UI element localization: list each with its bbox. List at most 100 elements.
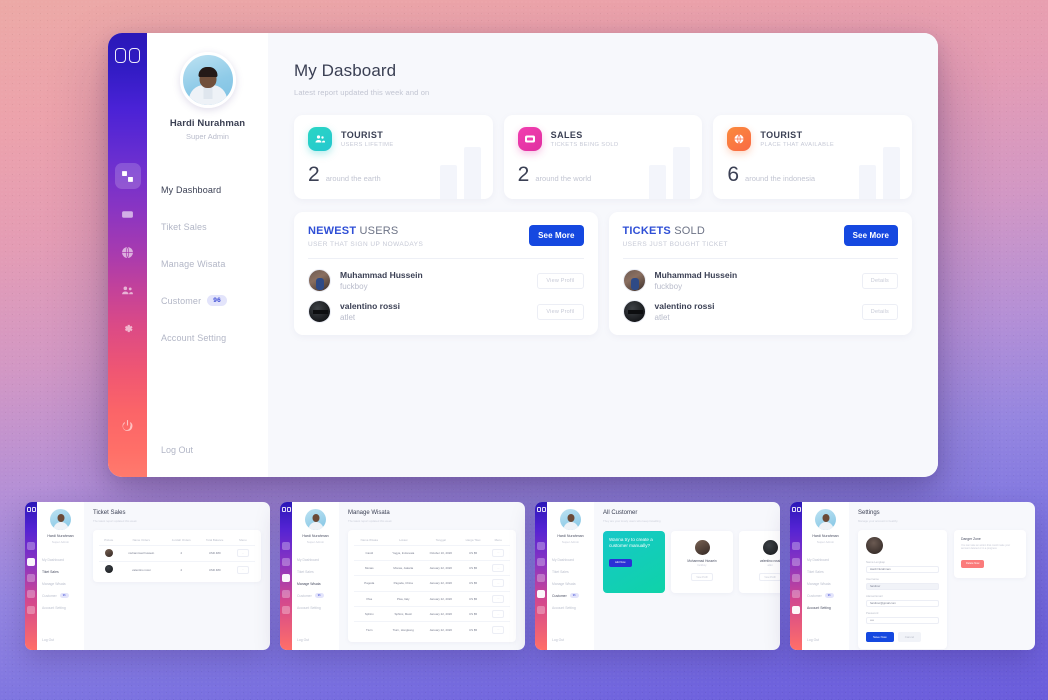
sidebar-item-account-setting[interactable]: Account Setting bbox=[161, 319, 268, 356]
sidebar-user-name: Hardi Nurahman bbox=[47, 534, 74, 538]
table-header-row: Picture Name Orders Jumlah Orders Total … bbox=[99, 535, 255, 546]
panel-title-rest: SOLD bbox=[670, 225, 705, 237]
column-header: Picture bbox=[104, 537, 114, 542]
thumbnail-manage-wisata[interactable]: Hardi Nurahman Super Admin My Dashboard … bbox=[280, 502, 525, 650]
field-label: Password bbox=[866, 610, 879, 615]
sidebar-item-manage-wisata[interactable]: Manage Wisata bbox=[161, 245, 268, 282]
sidebar-item-my-dashboard: My Dashboard bbox=[552, 557, 575, 562]
rail-icon-users bbox=[282, 590, 290, 598]
list-item[interactable]: Muhammad Hussein fuckboy View Profil bbox=[308, 265, 584, 296]
thumbnail-settings[interactable]: Hardi Nurahman Super Admin My Dashboard … bbox=[790, 502, 1035, 650]
sidebar-item-manage-wisata: Manage Wisata bbox=[552, 581, 576, 586]
list-item[interactable]: Muhammad Hussein fuckboy Details bbox=[622, 265, 898, 296]
avatar bbox=[815, 509, 836, 530]
table-row: muhammad hussein 2 USD 480 ... bbox=[99, 544, 255, 562]
delete-now-button: Delete Now bbox=[961, 559, 985, 568]
sidebar-item-log-out[interactable]: Log Out bbox=[161, 445, 193, 455]
rail-icon-ticket bbox=[537, 558, 545, 566]
danger-zone-title: Danger Zone bbox=[961, 536, 981, 541]
rail-icon-globe bbox=[792, 574, 800, 582]
row-menu-button: ··· bbox=[492, 564, 505, 573]
stat-caption: around the earth bbox=[325, 174, 381, 183]
sidebar-item-my-dashboard[interactable]: My Dashboard bbox=[161, 171, 268, 208]
main-content: Manage Wisata The latest report updated … bbox=[339, 502, 525, 650]
users-group-icon bbox=[308, 127, 332, 151]
customer-sub: fuckboy bbox=[697, 564, 707, 567]
sidebar-user-role: Super Admin bbox=[51, 539, 70, 544]
stat-subtitle: USERS LIFETIME bbox=[341, 142, 394, 148]
stat-card-tourist-places[interactable]: TOURIST PLACE THAT AVAILABLE 6 around th… bbox=[713, 115, 913, 199]
rail-icon-settings[interactable] bbox=[115, 315, 141, 341]
view-profile-button[interactable]: View Profil bbox=[537, 303, 584, 320]
table-header-row: Nama Wisata Lokasi Tanggal Harga Tiket M… bbox=[354, 535, 510, 546]
avatar bbox=[866, 536, 883, 554]
customer-sub: atlet bbox=[767, 564, 773, 567]
sidebar-item-log-out: Log Out bbox=[807, 638, 820, 642]
field-label: Alamat Email bbox=[866, 593, 883, 598]
sidebar: Hardi Nurahman Super Admin My Dashboard … bbox=[147, 33, 268, 477]
list-item-sub: fuckboy bbox=[340, 282, 368, 291]
rail-icon-ticket[interactable] bbox=[115, 201, 141, 227]
cell-name: valentino rossi bbox=[118, 560, 164, 578]
page-title: Ticket Sales bbox=[93, 510, 126, 516]
cell-name: muhammad hussein bbox=[118, 544, 164, 562]
rail-icon-dashboard bbox=[282, 542, 290, 550]
thumbnail-ticket-sales[interactable]: Hardi Nurahman Super Admin My Dashboard … bbox=[25, 502, 270, 650]
avatar bbox=[560, 509, 581, 530]
row-menu-button: ··· bbox=[492, 579, 505, 588]
cell-total: USD 480 bbox=[198, 560, 231, 578]
list-item[interactable]: valentino rossi atlet View Profil bbox=[308, 296, 584, 327]
table-row: Pisa Pisa, Italy January 22, 2020 US $5 ··… bbox=[354, 590, 510, 607]
view-profile-button[interactable]: View Profil bbox=[537, 272, 584, 289]
save-now-button: Save Now bbox=[866, 631, 894, 642]
sidebar-item-manage-wisata: Manage Wisata bbox=[807, 581, 831, 586]
sidebar-item-log-out: Log Out bbox=[297, 638, 310, 642]
rail-icon-globe bbox=[282, 574, 290, 582]
stat-title: TOURIST bbox=[760, 130, 803, 140]
stat-card-sales[interactable]: SALES TICKETS BEING SOLD 2 around the wo… bbox=[503, 115, 703, 199]
stat-title: TOURIST bbox=[341, 130, 384, 140]
panel-title: TICKETS SOLD bbox=[623, 225, 728, 237]
panel-title-strong: TICKETS bbox=[622, 225, 671, 237]
sidebar-item-label: Tiket Sales bbox=[161, 221, 207, 232]
list-item-name: Muhammad Hussein bbox=[340, 270, 423, 280]
rail-icon-globe[interactable] bbox=[115, 239, 141, 265]
icon-rail bbox=[535, 502, 547, 650]
column-header: Jumlah Orders bbox=[171, 537, 191, 542]
avatar bbox=[308, 269, 331, 292]
stat-card-tourist-users[interactable]: TOURIST USERS LIFETIME 2 around the eart… bbox=[294, 115, 493, 199]
icon-rail bbox=[108, 33, 147, 477]
table-card: Nama Wisata Lokasi Tanggal Harga Tiket M… bbox=[348, 529, 516, 642]
stat-value: 6 bbox=[727, 163, 740, 186]
rail-icon-ticket bbox=[282, 558, 290, 566]
field-label: Username bbox=[866, 576, 879, 581]
sidebar-user-name: Hardi Nurahman bbox=[812, 534, 839, 538]
cancel-button: Cancel bbox=[897, 631, 922, 642]
details-button[interactable]: Details bbox=[861, 272, 898, 289]
list-item[interactable]: valentino rossi atlet Details bbox=[622, 296, 898, 327]
rail-icon-globe bbox=[27, 574, 35, 582]
stat-caption: around the indonesia bbox=[745, 174, 816, 183]
thumbnail-all-customer[interactable]: Hardi Nurahman Super Admin My Dashboard … bbox=[535, 502, 780, 650]
panel-title-rest: USERS bbox=[356, 225, 399, 237]
see-more-button[interactable]: See More bbox=[843, 225, 898, 246]
details-button[interactable]: Details bbox=[861, 303, 898, 320]
rail-icon-dashboard[interactable] bbox=[114, 163, 141, 189]
list-item-name: Muhammad Hussein bbox=[654, 270, 738, 280]
sidebar-item-customer[interactable]: Customer 96 bbox=[161, 282, 268, 319]
list-panels: NEWEST USERS USER THAT SIGN UP NOWADAYS … bbox=[294, 212, 912, 335]
sidebar-user-role: Super Admin bbox=[561, 539, 580, 544]
avatar bbox=[50, 509, 71, 530]
avatar bbox=[308, 300, 331, 323]
sidebar-item-customer: Customer 96 bbox=[297, 590, 339, 602]
email-field: hardinur@gmail.com bbox=[866, 599, 939, 607]
avatar bbox=[104, 565, 113, 574]
panel-tickets-sold: TICKETS SOLD USERS JUST BOUGHT TICKET Se… bbox=[608, 212, 912, 335]
sidebar-item-customer: Customer 96 bbox=[807, 590, 849, 602]
sidebar-item-tiket-sales[interactable]: Tiket Sales bbox=[161, 208, 268, 245]
see-more-button[interactable]: See More bbox=[529, 225, 584, 246]
row-menu-button: ··· bbox=[492, 610, 505, 619]
rail-icon-users[interactable] bbox=[115, 277, 141, 303]
rail-icon-power[interactable] bbox=[115, 412, 141, 438]
avatar bbox=[762, 539, 778, 555]
